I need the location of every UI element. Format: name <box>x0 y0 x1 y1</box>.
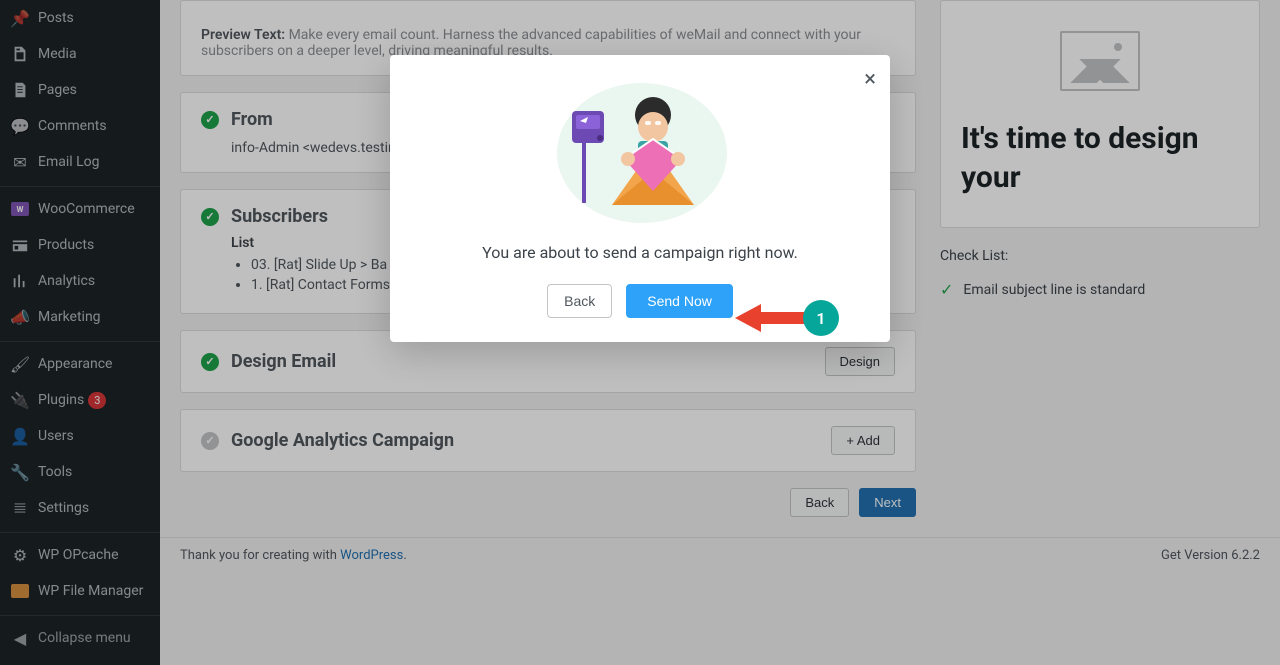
close-icon[interactable]: × <box>864 67 876 92</box>
modal-message: You are about to send a campaign right n… <box>410 243 870 262</box>
modal-back-button[interactable]: Back <box>547 284 612 318</box>
send-illustration <box>410 75 870 225</box>
send-now-button[interactable]: Send Now <box>626 284 733 318</box>
modal-overlay[interactable]: × You are about to <box>0 0 1280 665</box>
send-confirm-modal: × You are about to <box>390 55 890 342</box>
